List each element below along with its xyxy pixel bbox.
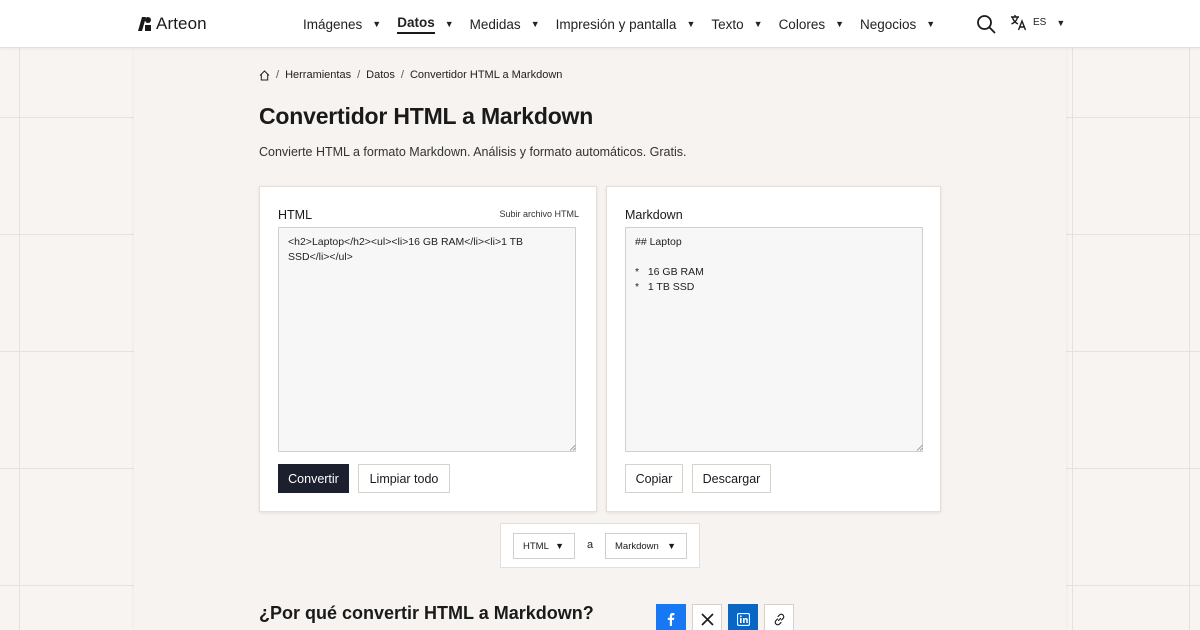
breadcrumb-separator: / bbox=[357, 69, 361, 81]
format-connector: a bbox=[587, 539, 594, 551]
link-icon bbox=[774, 613, 784, 625]
share-x-button[interactable] bbox=[692, 604, 722, 630]
main-nav: Imágenes ▼ Datos ▼ Medidas ▼ Impresión y… bbox=[303, 0, 951, 48]
copy-button[interactable]: Copiar bbox=[625, 464, 683, 493]
nav-item-label: Datos bbox=[397, 15, 435, 34]
nav-item-colores[interactable]: Colores ▼ bbox=[779, 0, 844, 48]
share-facebook-button[interactable] bbox=[656, 604, 686, 630]
caret-down-icon: ▼ bbox=[444, 19, 454, 29]
markdown-output-textarea[interactable]: ## Laptop * 16 GB RAM * 1 TB SSD bbox=[625, 227, 923, 452]
translate-icon bbox=[1011, 15, 1027, 31]
clear-all-button[interactable]: Limpiar todo bbox=[358, 464, 450, 493]
format-selector-bar: HTML ▼ a Markdown ▼ bbox=[500, 523, 700, 568]
nav-item-medidas[interactable]: Medidas ▼ bbox=[470, 0, 540, 48]
breadcrumb-herramientas[interactable]: Herramientas bbox=[285, 69, 351, 81]
caret-down-icon: ▼ bbox=[667, 541, 676, 551]
caret-down-icon: ▼ bbox=[835, 19, 845, 29]
html-input-card: HTML Subir archivo HTML <h2>Laptop</h2><… bbox=[259, 186, 597, 512]
resize-grip-icon[interactable] bbox=[569, 444, 576, 451]
breadcrumb-separator: / bbox=[276, 69, 280, 81]
caret-down-icon: ▼ bbox=[372, 19, 382, 29]
page-title: Convertidor HTML a Markdown bbox=[259, 103, 594, 129]
share-linkedin-button[interactable] bbox=[728, 604, 758, 630]
brand-logo[interactable]: Arteon bbox=[137, 14, 207, 34]
breadcrumb-separator: / bbox=[400, 69, 404, 81]
nav-item-label: Negocios bbox=[860, 16, 917, 32]
language-selector[interactable]: ES ▼ bbox=[1010, 14, 1065, 31]
main-content: / Herramientas / Datos / Convertidor HTM… bbox=[134, 48, 1066, 630]
html-input-textarea[interactable]: <h2>Laptop</h2><ul><li>16 GB RAM</li><li… bbox=[278, 227, 576, 452]
language-code: ES bbox=[1033, 17, 1047, 28]
why-section-title: ¿Por qué convertir HTML a Markdown? bbox=[259, 603, 594, 623]
facebook-icon bbox=[667, 613, 675, 626]
arteon-logo-icon bbox=[138, 17, 151, 31]
download-button[interactable]: Descargar bbox=[692, 464, 771, 493]
caret-down-icon: ▼ bbox=[530, 19, 540, 29]
share-copy-link-button[interactable] bbox=[764, 604, 794, 630]
html-input-label: HTML bbox=[278, 208, 313, 222]
markdown-output-card: Markdown ## Laptop * 16 GB RAM * 1 TB SS… bbox=[606, 186, 941, 512]
resize-grip-icon[interactable] bbox=[916, 444, 923, 451]
caret-down-icon: ▼ bbox=[686, 19, 696, 29]
x-icon bbox=[700, 612, 714, 626]
breadcrumb: / Herramientas / Datos / Convertidor HTM… bbox=[259, 69, 562, 81]
search-icon bbox=[977, 15, 996, 34]
nav-item-label: Colores bbox=[778, 16, 826, 32]
site-header: Arteon Imágenes ▼ Datos ▼ Medidas ▼ Impr… bbox=[0, 0, 1200, 48]
nav-item-texto[interactable]: Texto ▼ bbox=[711, 0, 762, 48]
nav-item-impresion-y-pantalla[interactable]: Impresión y pantalla ▼ bbox=[556, 0, 696, 48]
to-format-value: Markdown bbox=[615, 540, 659, 552]
nav-item-label: Impresión y pantalla bbox=[555, 16, 677, 32]
breadcrumb-datos[interactable]: Datos bbox=[366, 69, 395, 81]
nav-item-label: Imágenes bbox=[303, 16, 363, 32]
markdown-output-label: Markdown bbox=[625, 208, 683, 222]
upload-html-file-link[interactable]: Subir archivo HTML bbox=[499, 209, 579, 219]
nav-item-label: Texto bbox=[711, 16, 744, 32]
home-icon[interactable] bbox=[259, 69, 270, 81]
search-button[interactable] bbox=[976, 14, 996, 34]
nav-item-datos[interactable]: Datos ▼ bbox=[397, 0, 454, 48]
from-format-select[interactable]: HTML ▼ bbox=[513, 533, 575, 559]
from-format-value: HTML bbox=[523, 540, 549, 552]
nav-item-label: Medidas bbox=[469, 16, 521, 32]
caret-down-icon: ▼ bbox=[926, 19, 936, 29]
convert-button[interactable]: Convertir bbox=[278, 464, 349, 493]
caret-down-icon: ▼ bbox=[753, 19, 763, 29]
nav-item-imagenes[interactable]: Imágenes ▼ bbox=[303, 0, 381, 48]
to-format-select[interactable]: Markdown ▼ bbox=[605, 533, 687, 559]
caret-down-icon: ▼ bbox=[1056, 17, 1066, 28]
nav-item-negocios[interactable]: Negocios ▼ bbox=[860, 0, 935, 48]
linkedin-icon bbox=[736, 612, 750, 626]
brand-name: Arteon bbox=[156, 14, 207, 33]
breadcrumb-current: Convertidor HTML a Markdown bbox=[409, 69, 563, 81]
caret-down-icon: ▼ bbox=[555, 541, 564, 551]
page-subtitle: Convierte HTML a formato Markdown. Análi… bbox=[259, 145, 687, 159]
